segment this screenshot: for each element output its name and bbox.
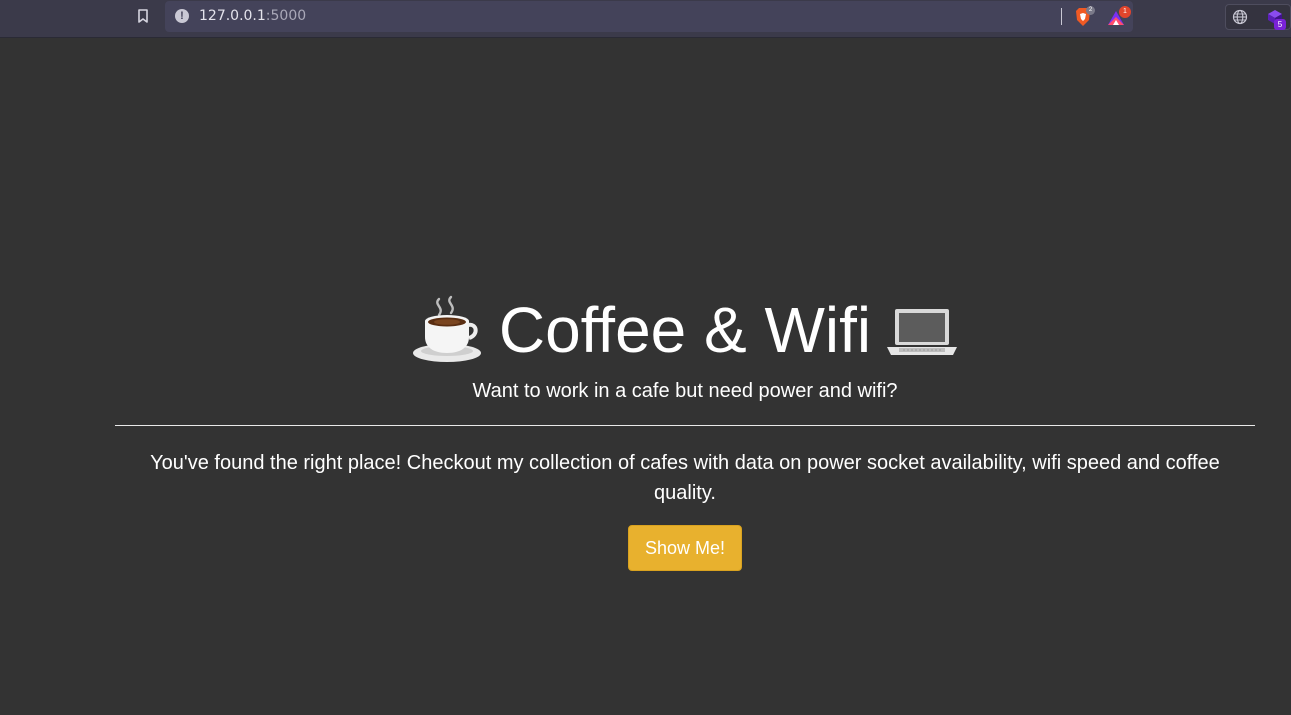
section-divider (115, 425, 1255, 426)
url-divider (1061, 8, 1062, 25)
subtitle: Want to work in a cafe but need power an… (472, 380, 898, 402)
page-content: Coffee & Wifi Want to work in a cafe but… (0, 38, 1291, 715)
laptop-icon (885, 293, 959, 367)
title-row: Coffee & Wifi (115, 290, 1255, 370)
page-title: Coffee & Wifi (498, 294, 872, 366)
address-bar[interactable]: ! 127.0.0.1:5000 2 1 (165, 1, 1133, 32)
brave-rewards-count: 1 (1119, 6, 1131, 18)
bookmark-icon[interactable] (133, 6, 153, 26)
url-text[interactable]: 127.0.0.1:5000 (199, 8, 306, 24)
lead-text: You've found the right place! Checkout m… (150, 452, 1220, 504)
show-me-button[interactable]: Show Me! (628, 525, 742, 571)
url-host: 127.0.0.1 (199, 8, 266, 24)
extensions-area: 5 (1225, 4, 1291, 30)
url-port: :5000 (265, 8, 307, 24)
site-info-icon[interactable]: ! (175, 9, 189, 23)
globe-icon[interactable] (1232, 9, 1248, 25)
brave-shield-count: 2 (1086, 6, 1095, 15)
browser-toolbar: ! 127.0.0.1:5000 2 1 5 (0, 0, 1291, 38)
hero-section: Coffee & Wifi Want to work in a cafe but… (115, 290, 1255, 571)
extension-count-badge: 5 (1274, 19, 1286, 30)
coffee-cup-icon (411, 293, 485, 367)
